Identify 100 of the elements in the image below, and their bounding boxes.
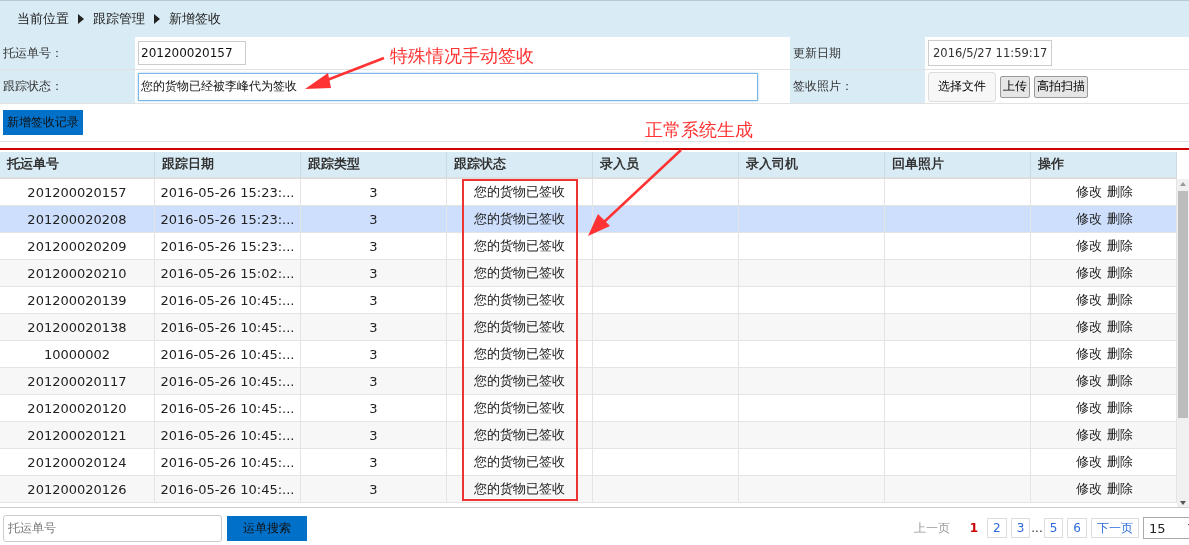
action-link[interactable]: 修改	[1076, 183, 1102, 201]
table-cell: 2016-05-26 10:45:...	[155, 314, 301, 341]
column-header: 录入司机	[739, 152, 885, 179]
scrollbar[interactable]	[1177, 179, 1189, 507]
add-record-button[interactable]: 新增签收记录	[3, 110, 83, 135]
search-field[interactable]: 托运单号	[3, 514, 222, 542]
table-cell: 2016-05-26 10:45:...	[155, 287, 301, 314]
table-cell: 2016-05-26 15:23:...	[155, 179, 301, 206]
column-header: 回单照片	[885, 152, 1031, 179]
table-cell: 3	[301, 449, 447, 476]
search-button[interactable]: 运单搜索	[227, 515, 307, 541]
action-link[interactable]: 修改	[1076, 453, 1102, 471]
input-field[interactable]: 您的货物已经被李峰代为签收	[138, 72, 758, 101]
page-link[interactable]: 1	[964, 518, 983, 538]
table-cell: 3	[301, 341, 447, 368]
action-link[interactable]: 修改	[1076, 291, 1102, 309]
breadcrumb-item[interactable]: 跟踪管理	[93, 10, 145, 28]
table-cell: 2016-05-26 10:45:...	[155, 395, 301, 422]
action-link[interactable]: 删除	[1107, 264, 1133, 282]
table-cell: 您的货物已签收	[447, 449, 593, 476]
column-header: 操作	[1031, 152, 1177, 179]
column-header: 跟踪日期	[155, 152, 301, 179]
field-label: 跟踪状态：	[3, 78, 63, 95]
action-link[interactable]: 删除	[1107, 399, 1133, 417]
table-cell: 您的货物已签收	[447, 233, 593, 260]
scrollbar-thumb[interactable]	[1178, 191, 1188, 418]
breadcrumb-item[interactable]: 当前位置	[17, 10, 69, 28]
table-cell: 201200020208	[0, 206, 155, 233]
table-cell: 您的货物已签收	[447, 422, 593, 449]
ellipsis: ...	[1031, 521, 1043, 535]
field-label: 签收照片：	[793, 78, 853, 95]
action-link[interactable]: 删除	[1107, 345, 1133, 363]
action-link[interactable]: 删除	[1107, 210, 1133, 228]
table-cell: 3	[301, 476, 447, 503]
input-field[interactable]: 201200020157	[138, 41, 246, 65]
field-label: 托运单号：	[3, 44, 63, 62]
table-cell: 3	[301, 422, 447, 449]
table-cell: 您的货物已签收	[447, 395, 593, 422]
triangle-icon	[154, 14, 160, 24]
action-link[interactable]: 删除	[1107, 426, 1133, 444]
column-header: 跟踪类型	[301, 152, 447, 179]
action-link[interactable]: 删除	[1107, 453, 1133, 471]
table-cell: 您的货物已签收	[447, 179, 593, 206]
choose-file-button[interactable]: 选择文件	[928, 71, 996, 102]
table-cell: 2016-05-26 10:45:...	[155, 368, 301, 395]
table-cell: 2016-05-26 15:23:...	[155, 206, 301, 233]
table-cell: 201200020124	[0, 449, 155, 476]
table-cell: 3	[301, 260, 447, 287]
table-cell: 201200020121	[0, 422, 155, 449]
action-link[interactable]: 删除	[1107, 480, 1133, 498]
action-link[interactable]: 修改	[1076, 480, 1102, 498]
table-cell: 201200020139	[0, 287, 155, 314]
table-cell: 3	[301, 368, 447, 395]
action-link[interactable]: 修改	[1076, 426, 1102, 444]
button[interactable]: 高拍扫描	[1034, 75, 1088, 98]
table-cell: 3	[301, 287, 447, 314]
table-cell: 201200020120	[0, 395, 155, 422]
table-cell: 3	[301, 395, 447, 422]
table-cell: 201200020138	[0, 314, 155, 341]
field-label: 更新日期	[793, 44, 841, 62]
down-arrow-icon	[1177, 498, 1189, 507]
action-link[interactable]: 修改	[1076, 372, 1102, 390]
action-link[interactable]: 修改	[1076, 264, 1102, 282]
table-cell: 3	[301, 233, 447, 260]
breadcrumb-item: 新增签收	[169, 10, 221, 28]
table-cell: 您的货物已签收	[447, 206, 593, 233]
action-link[interactable]: 修改	[1076, 399, 1102, 417]
date-field[interactable]: 2016/5/27 11:59:17	[928, 40, 1052, 66]
table-cell: 201200020210	[0, 260, 155, 287]
action-link[interactable]: 删除	[1107, 318, 1133, 336]
table-cell: 2016-05-26 10:45:...	[155, 476, 301, 503]
table-cell: 您的货物已签收	[447, 287, 593, 314]
page-link[interactable]: 5	[1043, 518, 1064, 538]
action-link[interactable]: 修改	[1076, 210, 1102, 228]
table-cell: 3	[301, 179, 447, 206]
action-link[interactable]: 删除	[1107, 291, 1133, 309]
next-page-link[interactable]: 下一页	[1091, 518, 1139, 538]
table-cell: 2016-05-26 15:23:...	[155, 233, 301, 260]
action-link[interactable]: 修改	[1076, 318, 1102, 336]
action-link[interactable]: 删除	[1107, 372, 1133, 390]
page-size-dropdown[interactable]: 15	[1143, 517, 1189, 539]
page-link[interactable]: 6	[1067, 518, 1087, 538]
annotation-text: 正常系统生成	[645, 118, 753, 142]
button[interactable]: 上传	[1000, 75, 1030, 98]
table-cell: 您的货物已签收	[447, 476, 593, 503]
table-cell: 2016-05-26 10:45:...	[155, 341, 301, 368]
table-cell: 您的货物已签收	[447, 314, 593, 341]
action-link[interactable]: 删除	[1107, 183, 1133, 201]
action-link[interactable]: 删除	[1107, 237, 1133, 255]
page-link[interactable]: 2	[987, 518, 1007, 538]
table-cell: 201200020117	[0, 368, 155, 395]
action-link[interactable]: 修改	[1076, 237, 1102, 255]
table-cell: 您的货物已签收	[447, 341, 593, 368]
table-cell: 201200020126	[0, 476, 155, 503]
column-header: 跟踪状态	[447, 152, 593, 179]
triangle-icon	[78, 14, 84, 24]
annotation-text: 特殊情况手动签收	[390, 44, 534, 68]
table-cell: 201200020209	[0, 233, 155, 260]
action-link[interactable]: 修改	[1076, 345, 1102, 363]
page-link[interactable]: 3	[1010, 518, 1031, 538]
